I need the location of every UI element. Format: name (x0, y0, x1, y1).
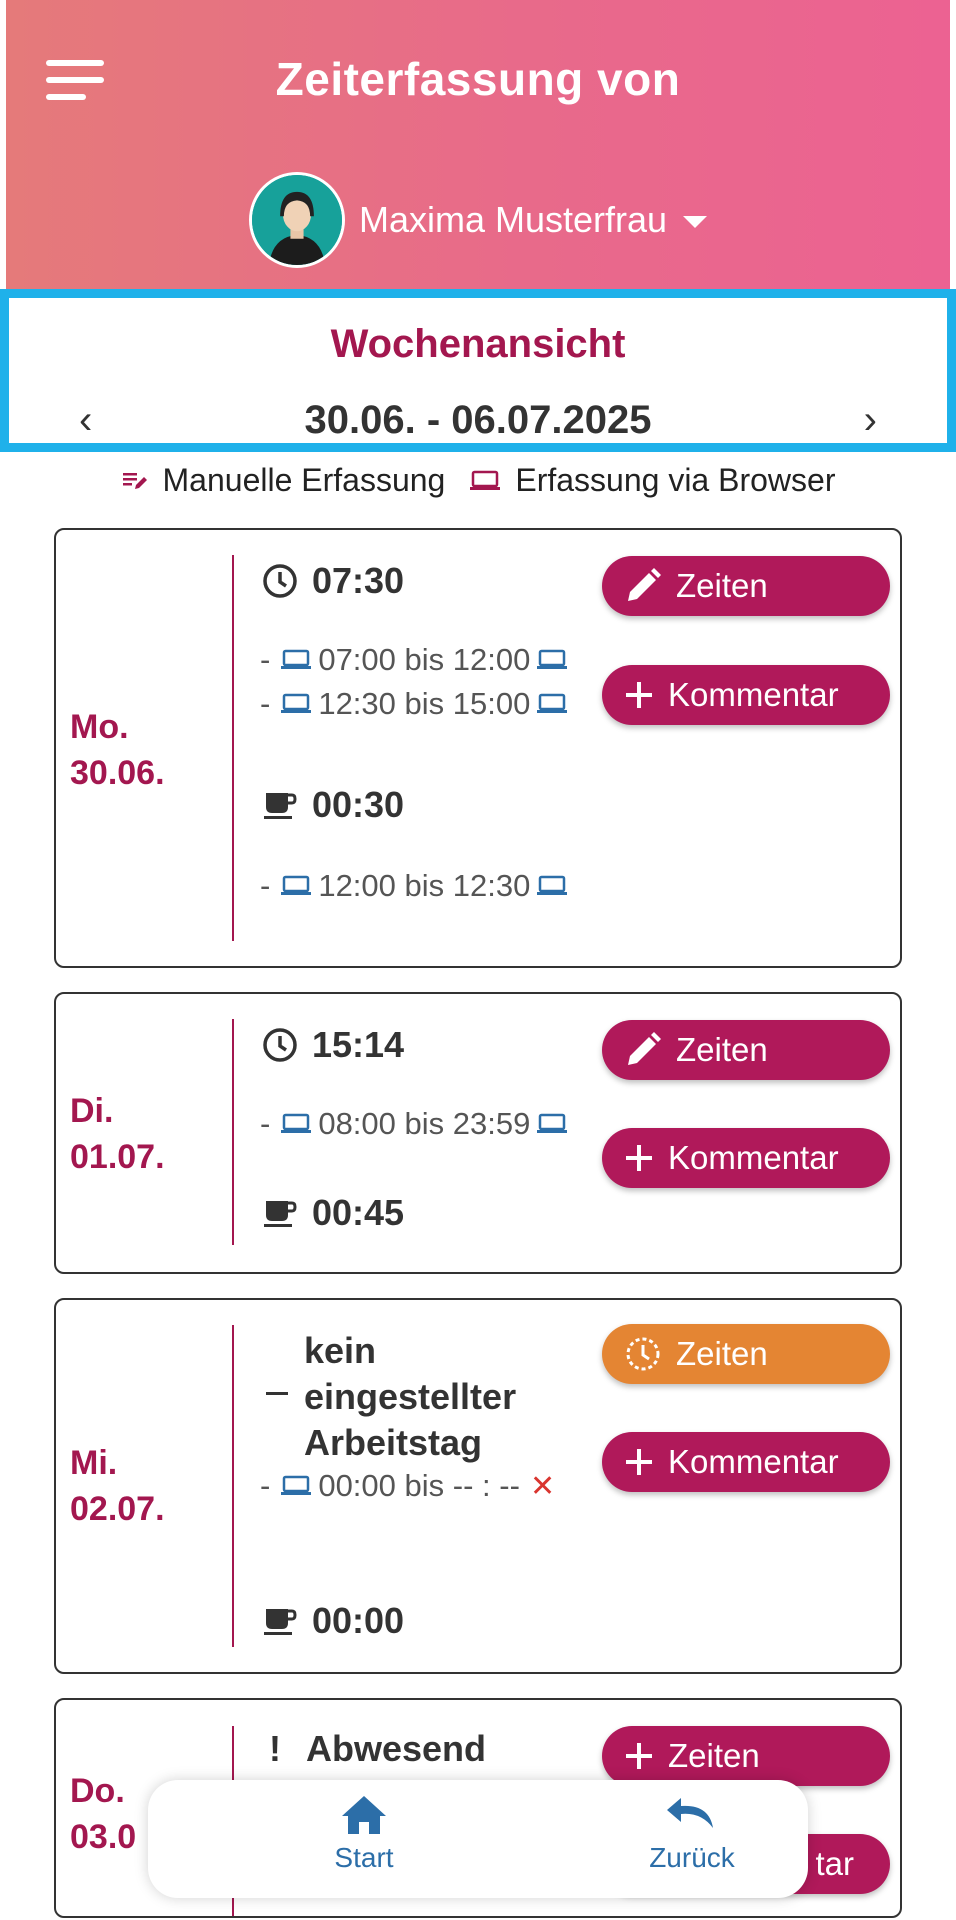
status-line: eingestellter (304, 1376, 517, 1417)
legend-manual: Manuelle Erfassung (121, 462, 446, 499)
pencil-icon (628, 1032, 661, 1065)
pencil-icon (628, 568, 661, 601)
manual-edit-icon (122, 472, 147, 489)
absence-status: Abwesend (306, 1728, 487, 1769)
laptop-icon (281, 649, 312, 669)
time-entry: - 00:00 bis -- : -- ✕ (260, 1468, 556, 1503)
page-title: Zeiterfassung von (275, 53, 681, 105)
day-card-tuesday: Di. 01.07. 15:14 - 08:00 bis 23:59 00:45… (54, 992, 902, 1274)
laptop-icon (537, 875, 568, 895)
laptop-icon (537, 693, 568, 713)
undo-icon (667, 1798, 713, 1828)
add-times-button[interactable]: Zeiten (602, 1726, 890, 1786)
time-entry: - 08:00 bis 23:59 (260, 1106, 574, 1142)
clock-icon (263, 1028, 297, 1062)
nav-start[interactable]: Start (274, 1794, 454, 1874)
laptop-icon (537, 649, 568, 669)
laptop-icon (281, 875, 312, 895)
close-icon: ✕ (529, 1469, 556, 1503)
edit-times-button[interactable]: Zeiten (602, 556, 890, 616)
edit-times-button[interactable]: Zeiten (602, 1020, 890, 1080)
break-total: 00:30 (312, 784, 405, 825)
break-total: 00:00 (312, 1600, 405, 1641)
week-navigator: Wochenansicht ‹ 30.06. - 06.07.2025 › (0, 289, 956, 452)
legend-manual-label: Manuelle Erfassung (162, 462, 446, 498)
clock-dashed-icon (626, 1337, 660, 1371)
clock-icon (263, 564, 297, 598)
week-view-title: Wochenansicht (330, 322, 626, 366)
day-date: 01.07. (70, 1138, 165, 1176)
chevron-down-icon (683, 216, 708, 228)
plus-icon (626, 1145, 652, 1171)
laptop-icon (281, 1475, 312, 1495)
day-divider (232, 1019, 234, 1245)
next-week-button[interactable]: › (864, 398, 877, 443)
nav-back[interactable]: Zurück (602, 1794, 782, 1874)
day-weekday: Do. (70, 1772, 125, 1810)
dash-icon (266, 1392, 288, 1395)
day-weekday: Di. (70, 1092, 114, 1130)
time-entry: - 12:30 bis 15:00 (260, 686, 574, 722)
laptop-icon (470, 470, 501, 490)
day-divider (232, 1325, 234, 1647)
laptop-icon (537, 1113, 568, 1133)
day-weekday: Mi. (70, 1444, 118, 1482)
coffee-icon (264, 793, 297, 819)
plus-icon (626, 682, 652, 708)
add-comment-button[interactable]: Kommentar (602, 1128, 890, 1188)
legend: Manuelle Erfassung Erfassung via Browser (0, 462, 956, 499)
status-line: Arbeitstag (304, 1422, 483, 1463)
break-total: 00:45 (312, 1192, 405, 1233)
laptop-icon (281, 1113, 312, 1133)
bottom-navigation: Start Zurück (148, 1780, 808, 1898)
exclamation-icon: ! (269, 1728, 281, 1769)
day-date: 03.0 (70, 1818, 137, 1856)
work-total: 07:30 (312, 560, 405, 601)
legend-browser-label: Erfassung via Browser (515, 462, 836, 498)
day-weekday: Mo. (70, 708, 129, 746)
week-range: 30.06. - 06.07.2025 (304, 398, 652, 442)
user-selector[interactable]: Maxima Musterfrau (6, 172, 950, 268)
plus-icon (626, 1449, 652, 1475)
coffee-icon (264, 1609, 297, 1635)
coffee-icon (264, 1201, 297, 1227)
legend-browser: Erfassung via Browser (469, 462, 835, 499)
time-entry: - 07:00 bis 12:00 (260, 642, 574, 678)
laptop-icon (281, 693, 312, 713)
app-header: Zeiterfassung von Maxima Musterfrau (6, 0, 950, 290)
work-total: 15:14 (312, 1024, 405, 1065)
add-comment-button[interactable]: Kommentar (602, 1432, 890, 1492)
day-date: 30.06. (70, 754, 165, 792)
status-line: kein (304, 1330, 377, 1371)
break-entry: - 12:00 bis 12:30 (260, 868, 574, 904)
day-divider (232, 555, 234, 941)
day-date: 02.07. (70, 1490, 165, 1528)
day-card-monday: Mo. 30.06. 07:30 - 07:00 bis 12:00 - 12:… (54, 528, 902, 968)
no-workday-status: kein eingestellter Arbeitstag (262, 1328, 516, 1466)
home-icon (342, 1796, 386, 1834)
edit-times-button[interactable]: Zeiten (602, 1324, 890, 1384)
user-name: Maxima Musterfrau (358, 199, 668, 240)
plus-icon (626, 1743, 652, 1769)
day-card-wednesday: Mi. 02.07. kein eingestellter Arbeitstag… (54, 1298, 902, 1674)
add-comment-button[interactable]: Kommentar (602, 665, 890, 725)
avatar (248, 172, 345, 268)
